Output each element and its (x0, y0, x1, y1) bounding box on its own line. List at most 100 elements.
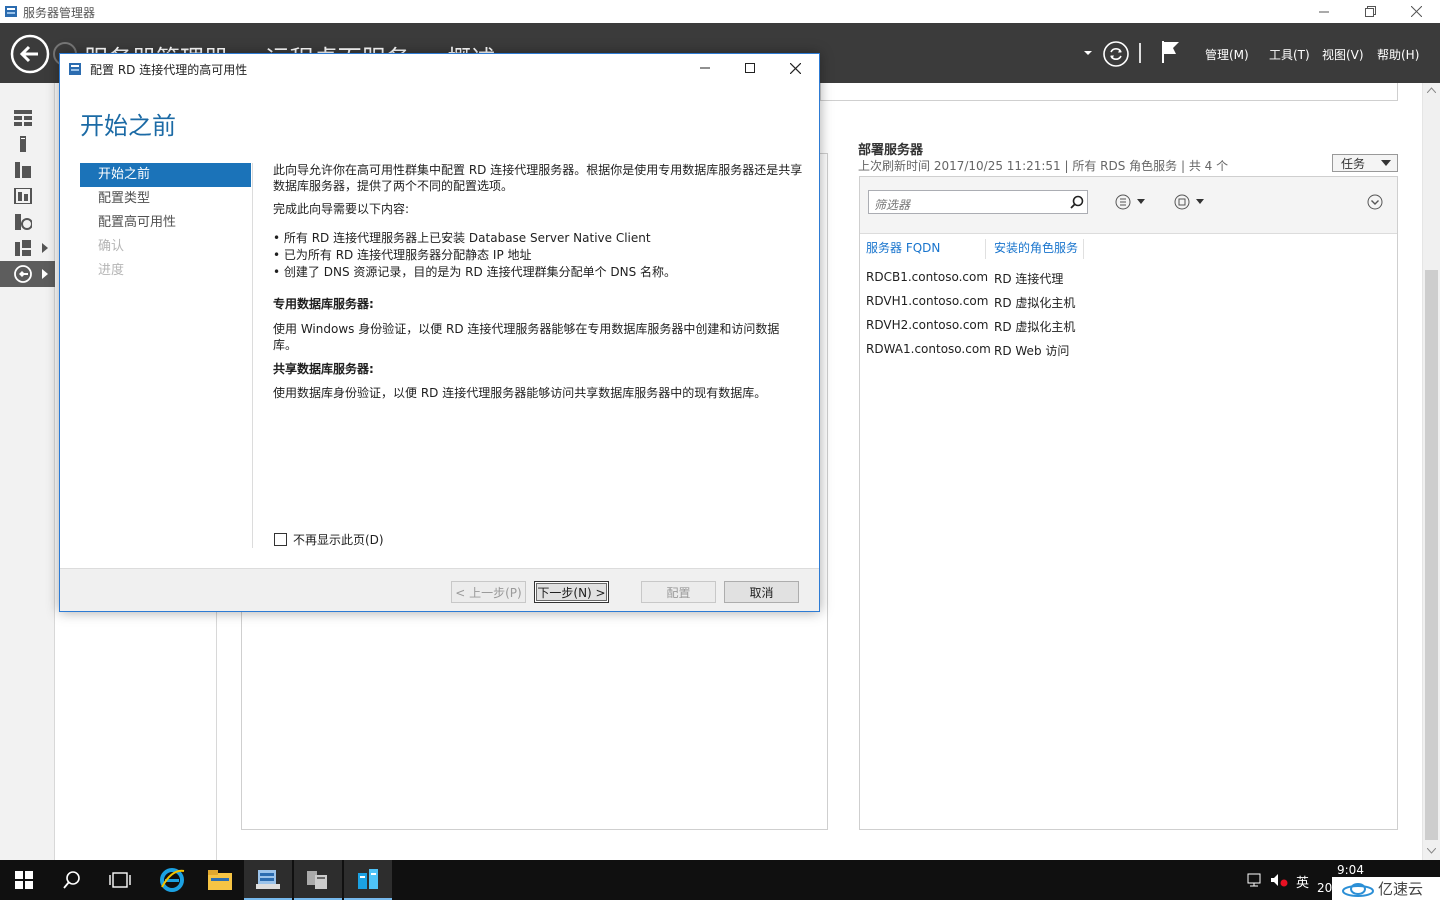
save-query-icon[interactable] (1174, 194, 1210, 210)
dialog-minimize-button[interactable] (686, 54, 724, 82)
internet-explorer-icon (159, 867, 185, 893)
cell-role: RD 虚拟化主机 (994, 296, 1076, 310)
list-item: • 创建了 DNS 资源记录，目的是为 RD 连接代理群集分配单个 DNS 名称… (273, 265, 677, 279)
filter-placeholder: 筛选器 (874, 198, 911, 212)
wizard-dialog: 配置 RD 连接代理的高可用性 开始之前 开始之前 配置类型 配置高可用性 确认… (59, 53, 820, 612)
top-panel-edge (820, 83, 1398, 101)
nav-all-servers[interactable] (0, 157, 55, 183)
column-header-fqdn[interactable]: 服务器 FQDN (866, 239, 986, 259)
dont-show-again-checkbox[interactable]: 不再显示此页(D) (274, 531, 384, 548)
minimize-button[interactable] (1301, 0, 1347, 23)
table-row[interactable]: RDVH1.contoso.com RD 虚拟化主机 (866, 294, 1386, 318)
wizard-step-confirmation: 确认 (98, 239, 125, 254)
checkbox-box[interactable] (274, 533, 287, 546)
nav-remote-desktop-services[interactable] (0, 261, 55, 287)
wizard-step-before-you-begin[interactable]: 开始之前 (80, 163, 251, 187)
group-icon (14, 240, 32, 256)
list-item: • 所有 RD 连接代理服务器上已安装 Database Server Nati… (273, 231, 651, 245)
taskbar-rdp-tool[interactable] (294, 860, 342, 900)
taskbar-server-manager[interactable] (244, 860, 292, 900)
deploy-servers-subtitle: 上次刷新时间 2017/10/25 11:21:51 | 所有 RDS 角色服务… (858, 159, 1229, 173)
menu-help[interactable]: 帮助(H) (1377, 46, 1419, 63)
chevron-down-icon (1381, 160, 1391, 167)
scroll-down-icon[interactable] (1427, 848, 1436, 854)
steps-divider (252, 163, 253, 548)
nav-file-storage[interactable] (0, 183, 55, 209)
back-button[interactable] (10, 34, 50, 74)
cell-role: RD 虚拟化主机 (994, 320, 1076, 334)
taskbar-app[interactable] (344, 860, 392, 900)
clock-time[interactable]: 9:04 (1337, 863, 1364, 877)
app-titlebar: 服务器管理器 (0, 0, 1440, 23)
taskbar-explorer[interactable] (196, 860, 244, 900)
search-button[interactable] (48, 860, 96, 900)
menu-view[interactable]: 视图(V) (1322, 46, 1364, 63)
clock-date[interactable]: 20 (1317, 881, 1332, 895)
table-row[interactable]: RDCB1.contoso.com RD 连接代理 (866, 270, 1386, 294)
column-role-label: 安装的角色服务 (994, 241, 1079, 255)
servers-icon (14, 162, 32, 178)
dialog-close-button[interactable] (776, 54, 814, 82)
server-icon (14, 136, 32, 152)
shared-db-title: 共享数据库服务器: (273, 362, 374, 376)
bullet-text: 创建了 DNS 资源记录，目的是为 RD 连接代理群集分配单个 DNS 名称。 (283, 265, 677, 279)
scroll-up-icon[interactable] (1427, 87, 1436, 93)
search-icon[interactable] (1070, 195, 1084, 209)
dialog-titlebar: 配置 RD 连接代理的高可用性 (60, 54, 819, 84)
wizard-step-configure-ha[interactable]: 配置高可用性 (80, 211, 251, 235)
deploy-servers-panel: 筛选器 服务器 FQDN 安装的角色服务 RDCB1.contoso.com RD… (859, 176, 1398, 830)
cell-role: RD Web 访问 (994, 344, 1070, 358)
taskbar-ie[interactable] (148, 860, 196, 900)
expand-arrow-icon[interactable] (42, 243, 48, 253)
intro-text: 此向导允许你在高可用性群集中配置 RD 连接代理服务器。根据你是使用专用数据库服… (273, 163, 803, 193)
refresh-icon[interactable] (1102, 40, 1130, 68)
chevron-down-icon[interactable] (1083, 49, 1093, 57)
cloud-logo-icon (1340, 881, 1376, 897)
watermark-text: 亿速云 (1378, 880, 1424, 898)
server-manager-icon (4, 4, 19, 19)
filter-input[interactable]: 筛选器 (868, 190, 1088, 214)
task-view-button[interactable] (96, 860, 144, 900)
rds-icon (14, 265, 32, 283)
table-row[interactable]: RDVH2.contoso.com RD 虚拟化主机 (866, 318, 1386, 342)
vertical-scrollbar[interactable] (1422, 83, 1440, 860)
network-icon[interactable] (1247, 873, 1265, 887)
filter-bar: 筛选器 (860, 177, 1397, 234)
restore-button[interactable] (1347, 0, 1393, 23)
cancel-button[interactable]: 取消 (724, 581, 799, 603)
start-button[interactable] (0, 860, 48, 900)
menu-manage[interactable]: 管理(M) (1205, 46, 1249, 63)
collapse-chevron-icon[interactable] (1367, 194, 1383, 210)
nav-dashboard[interactable] (0, 105, 55, 131)
list-options-icon[interactable] (1115, 194, 1151, 210)
table-row[interactable]: RDWA1.contoso.com RD Web 访问 (866, 342, 1386, 366)
folder-icon (208, 870, 232, 890)
scroll-thumb[interactable] (1425, 270, 1438, 840)
server-table: RDCB1.contoso.com RD 连接代理 RDVH1.contoso.c… (866, 270, 1386, 366)
task-view-icon (109, 871, 131, 889)
previous-button[interactable]: < 上一步(P) (451, 581, 526, 603)
nav-remote-access[interactable] (0, 235, 55, 261)
dialog-maximize-button[interactable] (731, 54, 769, 82)
wizard-step-configuration-type[interactable]: 配置类型 (80, 187, 251, 211)
close-button[interactable] (1393, 0, 1439, 23)
deploy-servers-title: 部署服务器 (858, 143, 924, 158)
nav-local-server[interactable] (0, 131, 55, 157)
network-tool-icon (305, 867, 331, 891)
expand-arrow-icon[interactable] (42, 269, 48, 279)
column-header-role[interactable]: 安装的角色服务 (994, 239, 1084, 259)
list-item: • 已为所有 RD 连接代理服务器分配静态 IP 地址 (273, 248, 532, 262)
ime-indicator[interactable]: 英 (1296, 872, 1309, 891)
server-manager-icon (256, 868, 280, 890)
cell-fqdn: RDWA1.contoso.com (866, 342, 991, 356)
next-button[interactable]: 下一步(N) > (534, 581, 609, 603)
dashboard-icon (14, 110, 32, 126)
configure-button[interactable]: 配置 (641, 581, 716, 603)
volume-muted-icon[interactable] (1270, 873, 1288, 887)
server-manager-icon (69, 62, 84, 76)
notifications-flag-icon[interactable] (1160, 39, 1182, 65)
menu-tools[interactable]: 工具(T) (1269, 46, 1310, 63)
nav-iis[interactable] (0, 209, 55, 235)
bullet-text: 所有 RD 连接代理服务器上已安装 Database Server Native… (283, 231, 651, 245)
tasks-dropdown[interactable]: 任务 (1332, 154, 1398, 172)
